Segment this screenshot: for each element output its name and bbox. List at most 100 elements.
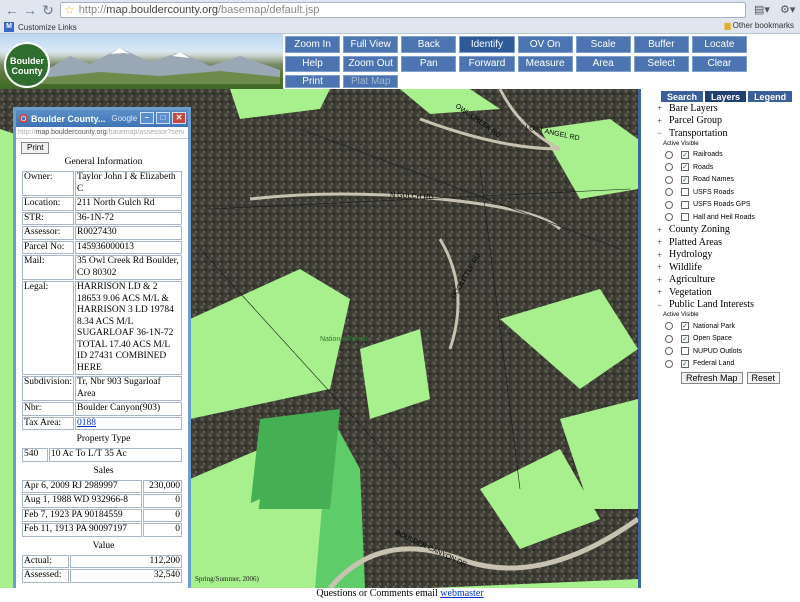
url-path: /basemap/default.jsp	[218, 4, 320, 16]
active-radio[interactable]	[665, 213, 673, 222]
address-bar[interactable]: ☆ http://map.bouldercounty.org/basemap/d…	[60, 2, 746, 18]
layer-item: ✓ Roads	[641, 161, 800, 174]
toolbar-button-identify[interactable]: Identify	[459, 36, 515, 53]
toolbar-button-forward[interactable]: Forward	[459, 55, 515, 72]
sale-description: Feb 11, 1913 PA 90097197	[22, 523, 143, 537]
tab-legend[interactable]: Legend	[748, 91, 793, 102]
maximize-icon[interactable]: □	[156, 112, 170, 124]
back-arrow-icon[interactable]: ←	[4, 2, 20, 18]
minimize-icon[interactable]: –	[140, 112, 154, 124]
active-visible-header: Active Visible	[663, 140, 699, 147]
toolbar-button-print[interactable]: Print	[285, 75, 341, 88]
toolbar-button-pan[interactable]: Pan	[401, 55, 457, 72]
other-bookmarks-label: Other bookmarks	[732, 21, 794, 30]
tax-area-link[interactable]: 0188	[77, 418, 96, 428]
toolbar-button-area[interactable]: Area	[575, 55, 631, 72]
general-info-heading: General Information	[64, 157, 143, 167]
visible-checkbox[interactable]	[681, 347, 689, 356]
toolbar-button-ov-on[interactable]: OV On	[517, 36, 573, 53]
assessor-popup-window[interactable]: Boulder County... Google – □ ✕ http://ma…	[13, 107, 191, 602]
toolbar-button-measure[interactable]: Measure	[517, 55, 573, 72]
webmaster-link[interactable]: webmaster	[440, 588, 483, 599]
field-value: Boulder Canyon(903)	[75, 402, 182, 416]
active-radio[interactable]	[665, 163, 673, 172]
popup-address-bar[interactable]: http://map.bouldercounty.org/basemap/ass…	[16, 127, 188, 139]
layer-group[interactable]: + Wildlife	[641, 261, 800, 274]
county-logo[interactable]: Boulder County	[4, 42, 50, 88]
active-radio[interactable]	[665, 188, 673, 197]
collapse-icon[interactable]: −	[657, 128, 665, 138]
bookmark-star-icon[interactable]: ☆	[64, 3, 75, 17]
field-value: R0027430	[75, 226, 182, 240]
expand-icon[interactable]: +	[657, 103, 665, 113]
table-row: Mail: 35 Owl Creek Rd Boulder, CO 80302	[22, 255, 182, 280]
active-radio[interactable]	[665, 200, 673, 209]
refresh-map-button[interactable]: Refresh Map	[681, 372, 743, 384]
popup-titlebar[interactable]: Boulder County... Google – □ ✕	[16, 110, 188, 127]
layer-group[interactable]: + Parcel Group	[641, 115, 800, 128]
sales-heading: Sales	[93, 465, 114, 476]
active-radio[interactable]	[665, 334, 673, 343]
expand-icon[interactable]: +	[657, 225, 665, 235]
visible-checkbox[interactable]: ✓	[681, 334, 689, 343]
field-label: STR:	[22, 211, 75, 225]
toolbar-button-buffer[interactable]: Buffer	[633, 36, 689, 53]
tab-search[interactable]: Search	[661, 91, 704, 102]
toolbar-button-select[interactable]: Select	[633, 55, 689, 72]
visible-checkbox[interactable]	[681, 200, 689, 209]
toolbar-button-locate[interactable]: Locate	[691, 36, 747, 53]
toolbar-button-help[interactable]: Help	[285, 55, 341, 72]
collapse-icon[interactable]: −	[657, 300, 665, 310]
toolbar-button-zoom-out[interactable]: Zoom Out	[343, 55, 399, 72]
visible-checkbox[interactable]: ✓	[681, 175, 689, 184]
tab-layers[interactable]: Layers	[705, 91, 747, 102]
print-button[interactable]: Print	[21, 142, 50, 154]
layer-group[interactable]: + Bare Layers	[641, 102, 800, 115]
visible-checkbox[interactable]	[681, 213, 689, 222]
reset-button[interactable]: Reset	[746, 372, 781, 384]
page-menu-icon[interactable]: ▤▾	[754, 3, 770, 16]
expand-icon[interactable]: +	[657, 262, 665, 272]
toolbar-button-plat-map[interactable]: Plat Map	[343, 75, 399, 88]
visible-checkbox[interactable]: ✓	[681, 150, 689, 159]
expand-icon[interactable]: +	[657, 287, 665, 297]
layer-group[interactable]: + Vegetation	[641, 286, 800, 299]
visible-checkbox[interactable]: ✓	[681, 359, 689, 368]
reload-icon[interactable]: ↻	[40, 2, 56, 18]
layer-group[interactable]: − Transportation	[641, 127, 800, 140]
layer-group-label: Vegetation	[669, 286, 712, 298]
toolbar-button-full-view[interactable]: Full View	[343, 36, 399, 53]
expand-icon[interactable]: +	[657, 250, 665, 260]
layers-sidebar: Search Layers Legend + Bare Layers + Parcel…	[638, 89, 800, 588]
expand-icon[interactable]: +	[657, 275, 665, 285]
other-bookmarks[interactable]: ▆ Other bookmarks	[724, 21, 794, 30]
active-radio[interactable]	[665, 359, 673, 368]
visible-checkbox[interactable]: ✓	[681, 163, 689, 172]
forward-arrow-icon[interactable]: →	[22, 2, 38, 18]
layer-group[interactable]: + County Zoning	[641, 224, 800, 237]
close-icon[interactable]: ✕	[172, 112, 186, 124]
active-radio[interactable]	[665, 150, 673, 159]
toolbar-button-clear[interactable]: Clear	[691, 55, 747, 72]
table-row: Parcel No: 145936000013	[22, 240, 182, 254]
toolbar-button-zoom-in[interactable]: Zoom In	[285, 36, 341, 53]
layer-group[interactable]: + Agriculture	[641, 274, 800, 287]
active-radio[interactable]	[665, 347, 673, 356]
table-row: Assessor: R0027430	[22, 226, 182, 240]
expand-icon[interactable]: +	[657, 116, 665, 126]
table-row: Feb 11, 1913 PA 90097197 0	[22, 523, 182, 537]
bookmark-customize-links[interactable]: Customize Links	[18, 23, 77, 32]
toolbar-button-back[interactable]: Back	[401, 36, 457, 53]
wrench-icon[interactable]: ⚙▾	[780, 3, 795, 16]
visible-checkbox[interactable]	[681, 188, 689, 197]
layer-group[interactable]: − Public Land Interests	[641, 299, 800, 312]
toolbar-button-scale[interactable]: Scale	[575, 36, 631, 53]
popup-window-controls: – □ ✕	[140, 112, 186, 124]
popup-url-host: map.bouldercounty.org	[35, 129, 107, 136]
layer-group[interactable]: + Hydrology	[641, 249, 800, 262]
expand-icon[interactable]: +	[657, 237, 665, 247]
active-radio[interactable]	[665, 175, 673, 184]
visible-checkbox[interactable]: ✓	[681, 322, 689, 331]
layer-group[interactable]: + Platted Areas	[641, 236, 800, 249]
active-radio[interactable]	[665, 322, 673, 331]
